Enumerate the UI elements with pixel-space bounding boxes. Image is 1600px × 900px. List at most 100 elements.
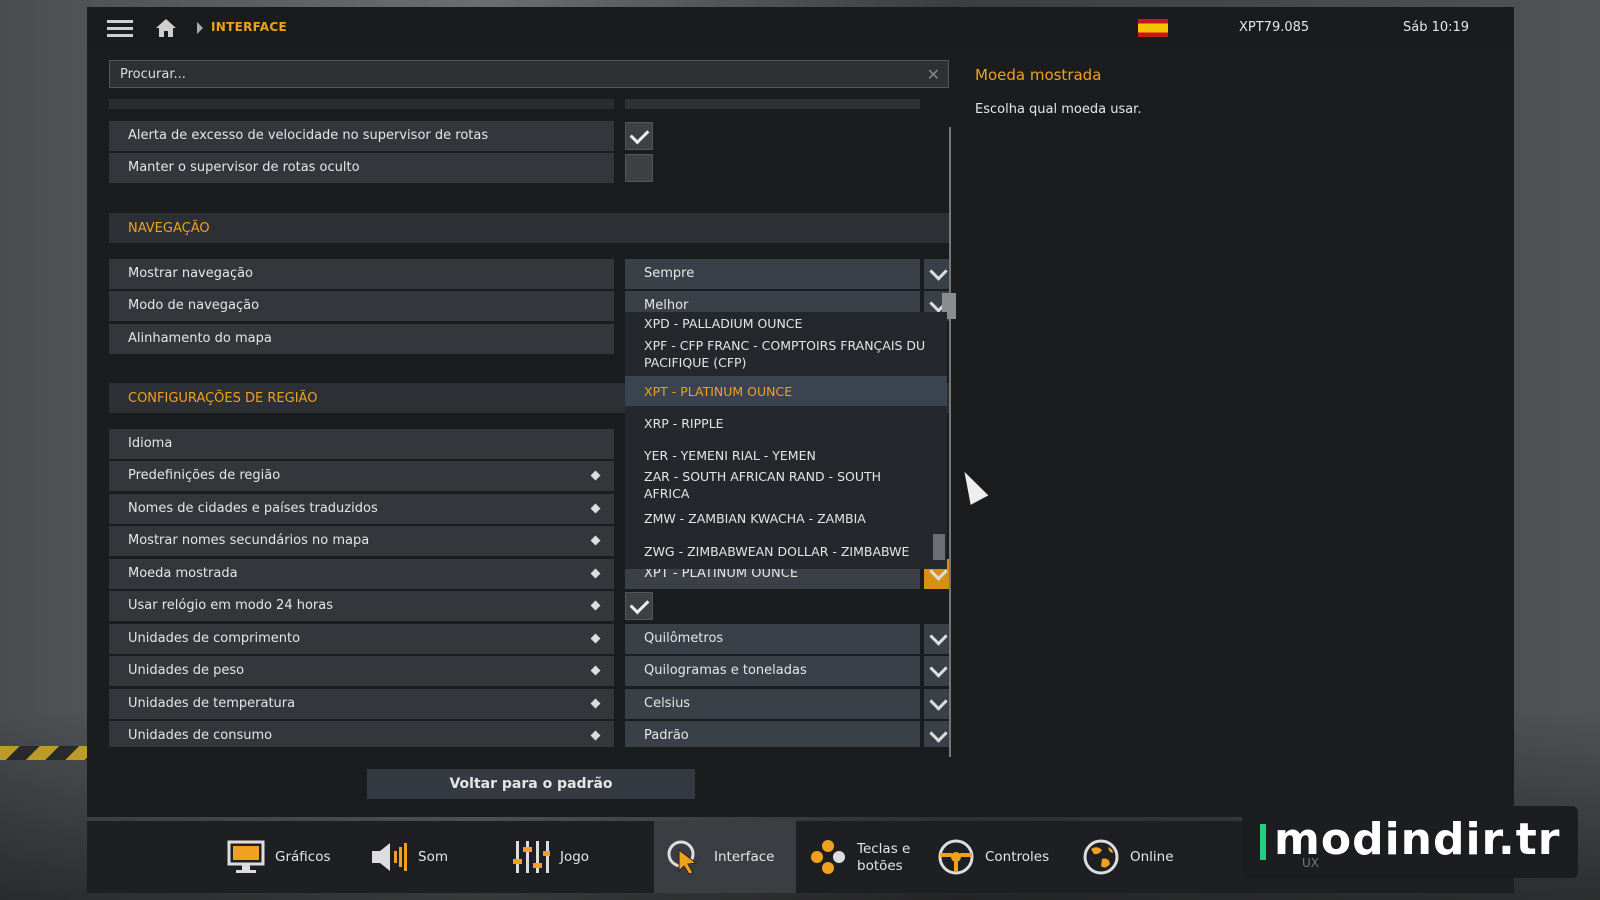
- dropdown-option[interactable]: ZAR - SOUTH AFRICAN RAND - SOUTH AFRICA: [625, 468, 933, 504]
- info-description: Escolha qual moeda usar.: [975, 102, 1142, 117]
- hamburger-menu-icon[interactable]: [107, 17, 133, 39]
- dropdown-scrollbar[interactable]: [933, 534, 945, 560]
- weight-select[interactable]: Quilogramas e toneladas: [625, 656, 920, 686]
- setting-label: Unidades de comprimento: [128, 631, 301, 646]
- chevron-down-icon[interactable]: [924, 259, 950, 289]
- setting-label: Moeda mostrada: [128, 566, 238, 581]
- option-label: XPT - PLATINUM OUNCE: [644, 384, 793, 399]
- section-title: NAVEGAÇÃO: [128, 221, 210, 236]
- sliders-icon: [513, 841, 550, 873]
- dropdown-option[interactable]: ZWG - ZIMBABWEAN DOLLAR - ZIMBABWE: [625, 536, 933, 566]
- tab-label: Gráficos: [275, 849, 331, 865]
- setting-currency[interactable]: Moeda mostrada: [109, 559, 614, 589]
- route-speed-alert-checkbox[interactable]: [625, 122, 653, 150]
- top-bar: INTERFACE XPT79.085 Sáb 10:19: [87, 7, 1514, 49]
- option-label: ZAR - SOUTH AFRICAN RAND - SOUTH AFRICA: [644, 469, 882, 501]
- setting-route-hidden[interactable]: Manter o supervisor de rotas oculto: [109, 153, 614, 183]
- chevron-down-icon[interactable]: [924, 689, 950, 719]
- setting-label: Unidades de consumo: [128, 728, 273, 743]
- select-value: Celsius: [644, 696, 691, 711]
- reset-defaults-button[interactable]: Voltar para o padrão: [367, 769, 695, 799]
- setting-length-units[interactable]: Unidades de comprimento: [109, 624, 614, 654]
- info-title: Moeda mostrada: [975, 66, 1102, 84]
- setting-label: Unidades de temperatura: [128, 696, 296, 711]
- home-icon[interactable]: [155, 18, 177, 38]
- select-value: Sempre: [644, 266, 695, 281]
- dropdown-option[interactable]: XPD - PALLADIUM OUNCE: [625, 312, 933, 334]
- breadcrumb-arrow-icon: [197, 22, 203, 34]
- logo-bar: [1260, 824, 1266, 860]
- buttons-icon: [811, 840, 845, 874]
- scrollbar-track: [949, 127, 951, 757]
- setting-consumption-units[interactable]: Unidades de consumo: [109, 721, 614, 747]
- tab-label: Som: [418, 849, 448, 865]
- tab-interface[interactable]: Interface: [654, 821, 796, 893]
- setting-region-presets[interactable]: Predefinições de região: [109, 461, 614, 491]
- setting-language[interactable]: Idioma: [109, 429, 614, 459]
- show-nav-select[interactable]: Sempre: [625, 259, 920, 289]
- clock24-checkbox[interactable]: [625, 592, 653, 620]
- dropdown-option[interactable]: ZMW - ZAMBIAN KWACHA - ZAMBIA: [625, 504, 933, 534]
- length-select[interactable]: Quilômetros: [625, 624, 920, 654]
- temp-select[interactable]: Celsius: [625, 689, 920, 719]
- steering-wheel-icon: [938, 839, 974, 875]
- diamond-icon: [590, 730, 601, 741]
- breadcrumb[interactable]: INTERFACE: [211, 20, 287, 34]
- route-hidden-checkbox[interactable]: [625, 154, 653, 182]
- monitor-icon: [227, 840, 265, 873]
- setting-route-speed-alert[interactable]: Alerta de excesso de velocidade no super…: [109, 121, 614, 151]
- chevron-down-icon[interactable]: [924, 656, 950, 686]
- tab-label: Jogo: [560, 849, 590, 865]
- watermark-logo: modindir.tr UX: [1242, 806, 1578, 878]
- globe-icon: [1083, 839, 1119, 875]
- diamond-icon: [590, 665, 601, 676]
- setting-nav-mode[interactable]: Modo de navegação: [109, 291, 614, 321]
- settings-panel: INTERFACE XPT79.085 Sáb 10:19 Procurar..…: [87, 7, 1514, 817]
- tab-game[interactable]: Jogo: [512, 821, 632, 893]
- setting-label: Alerta de excesso de velocidade no super…: [128, 128, 489, 143]
- tab-online[interactable]: Online: [1082, 821, 1192, 893]
- dropdown-option[interactable]: XPF - CFP FRANC - COMPTOIRS FRANÇAIS DU …: [625, 334, 933, 374]
- money-balance: XPT79.085: [1239, 20, 1310, 35]
- tab-label: Controles: [985, 849, 1050, 865]
- option-label: XPF - CFP FRANC - COMPTOIRS FRANÇAIS DU …: [644, 338, 926, 370]
- option-label: ZWG - ZIMBABWEAN DOLLAR - ZIMBABWE: [644, 544, 910, 559]
- spain-flag-icon: [1138, 19, 1168, 37]
- consumption-select[interactable]: Padrão: [625, 721, 920, 747]
- diamond-icon: [590, 698, 601, 709]
- option-label: YER - YEMENI RIAL - YEMEN: [644, 448, 816, 463]
- clipped-row: [109, 99, 614, 109]
- setting-clock24[interactable]: Usar relógio em modo 24 horas: [109, 591, 614, 621]
- setting-map-align[interactable]: Alinhamento do mapa: [109, 324, 614, 354]
- clear-search-icon[interactable]: ✕: [927, 65, 940, 84]
- setting-temp-units[interactable]: Unidades de temperatura: [109, 689, 614, 719]
- search-placeholder: Procurar...: [120, 67, 186, 82]
- tab-controls[interactable]: Controles: [937, 821, 1067, 893]
- reset-label: Voltar para o padrão: [449, 776, 613, 792]
- chevron-down-icon[interactable]: [924, 624, 950, 654]
- setting-label: Manter o supervisor de rotas oculto: [128, 160, 360, 175]
- setting-label: Unidades de peso: [128, 663, 245, 678]
- dropdown-option[interactable]: XRP - RIPPLE: [625, 408, 933, 438]
- chevron-down-icon[interactable]: [924, 721, 950, 747]
- tab-sound[interactable]: Som: [370, 821, 490, 893]
- dropdown-option-selected[interactable]: XPT - PLATINUM OUNCE: [625, 376, 947, 406]
- dropdown-option[interactable]: YER - YEMENI RIAL - YEMEN: [625, 440, 933, 470]
- setting-show-nav[interactable]: Mostrar navegação: [109, 259, 614, 289]
- setting-label: Alinhamento do mapa: [128, 331, 272, 346]
- currency-dropdown: XPD - PALLADIUM OUNCE XPF - CFP FRANC - …: [625, 312, 947, 569]
- search-input[interactable]: Procurar... ✕: [109, 60, 949, 88]
- setting-label: Mostrar navegação: [128, 266, 254, 281]
- diamond-icon: [590, 535, 601, 546]
- speaker-icon: [372, 843, 407, 871]
- setting-weight-units[interactable]: Unidades de peso: [109, 656, 614, 686]
- tab-graphics[interactable]: Gráficos: [227, 821, 357, 893]
- setting-secondary-names[interactable]: Mostrar nomes secundários no mapa: [109, 526, 614, 556]
- section-title: CONFIGURAÇÕES DE REGIÃO: [128, 391, 318, 406]
- setting-label: Nomes de cidades e países traduzidos: [128, 501, 378, 516]
- setting-translated-names[interactable]: Nomes de cidades e países traduzidos: [109, 494, 614, 524]
- option-label: XPD - PALLADIUM OUNCE: [644, 316, 803, 331]
- tab-keys-buttons[interactable]: Teclas e botões: [809, 821, 939, 893]
- select-value: Melhor: [644, 298, 689, 313]
- game-clock: Sáb 10:19: [1403, 20, 1470, 35]
